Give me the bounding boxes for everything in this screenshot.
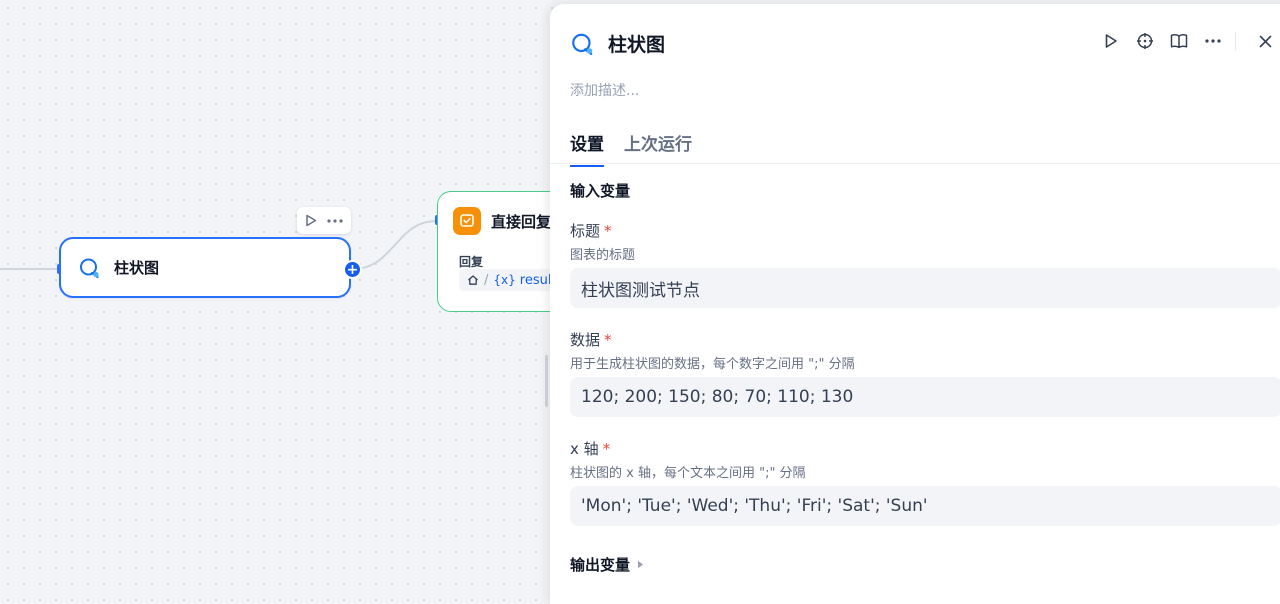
- help-docs-button[interactable]: [1169, 29, 1189, 53]
- panel-tabs: 设置 上次运行: [570, 130, 692, 167]
- data-input[interactable]: 120; 200; 150; 80; 70; 110; 130: [570, 377, 1280, 417]
- reply-node-title: 直接回复: [491, 212, 552, 231]
- bar-chart-node[interactable]: 柱状图: [59, 237, 351, 298]
- panel-title[interactable]: 柱状图: [608, 30, 665, 57]
- field-label-text: 数据: [570, 331, 601, 349]
- connection-edge[interactable]: [351, 220, 438, 270]
- panel-header: 柱状图: [570, 30, 665, 57]
- output-variables-heading: 输出变量: [570, 556, 631, 574]
- required-mark: *: [602, 440, 611, 458]
- node-more-button[interactable]: [327, 218, 343, 223]
- chart-node-title: 柱状图: [114, 259, 160, 277]
- variable-prefix: {x}: [493, 273, 516, 287]
- crosshair-icon: [1137, 33, 1153, 49]
- tab-settings[interactable]: 设置: [570, 130, 604, 167]
- panel-actions: [1101, 29, 1223, 53]
- field-label-text: 标题: [570, 222, 601, 240]
- field-label-title: 标题 *: [570, 220, 612, 241]
- required-mark: *: [604, 331, 612, 349]
- more-dots-icon: [327, 218, 343, 223]
- play-icon: [1105, 34, 1117, 48]
- node-settings-panel: 柱状图 添加描述... 设置 上次运行 输入变量 标题 * 图表的标题 柱状图测试…: [550, 4, 1280, 604]
- input-variables-heading: 输入变量: [570, 182, 631, 200]
- close-panel-button[interactable]: [1255, 30, 1275, 52]
- add-next-node-button[interactable]: +: [343, 260, 362, 279]
- title-input[interactable]: 柱状图测试节点: [570, 268, 1280, 308]
- locate-node-button[interactable]: [1135, 29, 1155, 53]
- field-label-data: 数据 *: [570, 329, 612, 350]
- field-desc-title: 图表的标题: [570, 248, 636, 263]
- play-icon: [306, 214, 317, 227]
- more-dots-icon: [1205, 39, 1221, 43]
- x-axis-input[interactable]: 'Mon'; 'Tue'; 'Wed'; 'Thu'; 'Fri'; 'Sat'…: [570, 486, 1280, 526]
- node-toolbar: [297, 207, 351, 234]
- header-divider: [1235, 32, 1236, 50]
- bar-chart-node-icon: [78, 256, 102, 280]
- reply-node-label: 回复: [459, 255, 484, 269]
- field-desc-x-axis: 柱状图的 x 轴，每个文本之间用 ";" 分隔: [570, 466, 806, 481]
- close-icon: [1259, 35, 1271, 47]
- plus-icon: +: [346, 261, 359, 278]
- run-step-button[interactable]: [1101, 29, 1121, 53]
- description-input[interactable]: 添加描述...: [570, 80, 639, 100]
- book-open-icon: [1170, 34, 1188, 49]
- reply-node-icon: [453, 207, 481, 235]
- tab-last-run[interactable]: 上次运行: [624, 130, 692, 165]
- bar-chart-panel-icon: [570, 31, 596, 57]
- tabs-divider: [550, 163, 1280, 164]
- field-label-x-axis: x 轴 *: [570, 438, 610, 459]
- panel-resize-handle[interactable]: [545, 355, 548, 407]
- field-desc-data: 用于生成柱状图的数据，每个数字之间用 ";" 分隔: [570, 357, 855, 372]
- home-icon: [468, 275, 478, 285]
- output-variables-toggle[interactable]: 输出变量: [570, 554, 644, 575]
- field-label-text: x 轴: [570, 440, 599, 458]
- caret-right-icon: [637, 560, 644, 569]
- panel-more-button[interactable]: [1203, 29, 1223, 53]
- reply-node-header: 直接回复: [453, 207, 551, 235]
- run-node-button[interactable]: [305, 214, 317, 227]
- required-mark: *: [604, 222, 612, 240]
